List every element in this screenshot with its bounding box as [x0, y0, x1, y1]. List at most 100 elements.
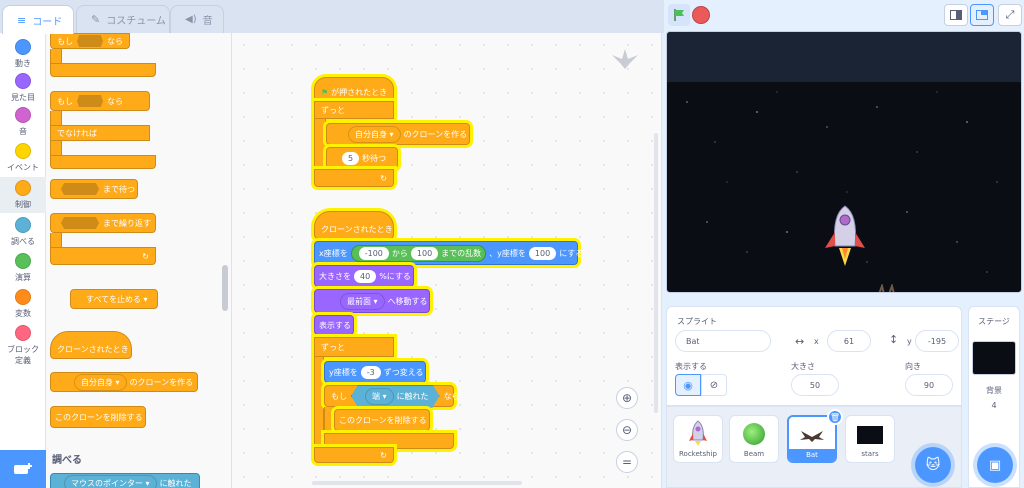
- sprite-thumb-beam[interactable]: Beam: [729, 415, 779, 463]
- pick-random-block[interactable]: -100 から 100 までの乱数: [350, 244, 487, 262]
- category-control[interactable]: 制御: [0, 177, 46, 213]
- add-sprite-button[interactable]: 🐱: [915, 447, 951, 483]
- when-cloned-block[interactable]: クローンされたとき: [314, 211, 394, 239]
- zoom-reset-icon: =: [621, 455, 633, 469]
- wait-seconds-input[interactable]: 5: [342, 151, 360, 165]
- zoom-in-button[interactable]: ⊕: [616, 387, 638, 409]
- goto-xy-block[interactable]: x座標を -100 から 100 までの乱数 、y座標を 100 にする: [314, 241, 583, 265]
- sprite-thumb-rocketship[interactable]: Rocketship: [673, 415, 723, 463]
- palette-touching[interactable]: マウスのポインター ▾ に触れた: [50, 473, 200, 488]
- stage-canvas[interactable]: [666, 31, 1022, 293]
- zoom-reset-button[interactable]: =: [616, 451, 638, 473]
- block-text: y座標を: [329, 367, 358, 377]
- block-text: ずつ変える: [383, 367, 424, 377]
- category-label: 演算: [15, 273, 31, 282]
- show-block[interactable]: 表示する: [314, 315, 354, 335]
- category-sensing[interactable]: 調べる: [0, 217, 46, 247]
- condition-slot: [77, 35, 103, 47]
- speaker-icon: ◀): [185, 14, 197, 25]
- palette-if-then-1[interactable]: もし なら: [50, 33, 130, 49]
- layer-dropdown[interactable]: 最前面 ▾: [340, 292, 385, 310]
- change-y-block[interactable]: y座標を -3 ずつ変える: [324, 361, 426, 383]
- create-clone-block[interactable]: 自分自身 ▾ のクローンを作る: [326, 123, 470, 145]
- palette-wait-until[interactable]: まで待つ: [50, 179, 138, 199]
- hide-visible-button[interactable]: ⊘: [701, 374, 727, 396]
- palette-repeat-until[interactable]: まで繰り返す: [50, 213, 156, 233]
- c-arm: [50, 111, 62, 125]
- palette-create-clone[interactable]: 自分自身 ▾ のクローンを作る: [50, 372, 198, 392]
- category-motion[interactable]: 動き: [0, 39, 46, 69]
- large-stage-button[interactable]: [970, 4, 994, 26]
- random-to-input[interactable]: 100: [410, 246, 439, 260]
- palette-delete-clone[interactable]: このクローンを削除する: [50, 406, 146, 428]
- touch-target-dropdown[interactable]: マウスのポインター ▾: [64, 474, 157, 488]
- block-text: なら: [443, 391, 460, 401]
- clone-target-dropdown[interactable]: 自分自身 ▾: [74, 373, 127, 391]
- change-y-input[interactable]: -3: [360, 365, 381, 379]
- workspace-vertical-scrollbar[interactable]: [654, 133, 658, 413]
- stage-backdrop-thumb: [972, 341, 1016, 375]
- random-from-input[interactable]: -100: [358, 246, 389, 260]
- category-events[interactable]: イベント: [0, 143, 46, 173]
- c-bottom: [50, 63, 156, 77]
- image-add-icon: ▣: [988, 457, 1002, 473]
- x-input[interactable]: 61: [827, 330, 871, 352]
- palette-when-clone[interactable]: クローンされたとき: [50, 331, 132, 359]
- palette-stop-all[interactable]: すべてを止める ▾: [70, 289, 158, 309]
- add-extension-button[interactable]: [0, 450, 46, 488]
- touching-edge-block[interactable]: 端 ▾ に触れた: [351, 384, 440, 408]
- block-text: もし: [331, 391, 347, 401]
- category-sound[interactable]: 音: [0, 107, 46, 137]
- tab-costume[interactable]: ✎ コスチューム: [76, 5, 170, 33]
- x-label: x: [814, 337, 819, 346]
- category-operators[interactable]: 演算: [0, 253, 46, 283]
- wait-block[interactable]: 5 秒待つ: [326, 147, 398, 169]
- size-input[interactable]: 50: [791, 374, 839, 396]
- palette-scrollbar[interactable]: [222, 265, 228, 311]
- forever-block-2[interactable]: ずっと: [314, 337, 394, 357]
- fullscreen-button[interactable]: ⤢: [998, 4, 1022, 26]
- sprite-name-input[interactable]: Bat: [675, 330, 771, 352]
- stop-button[interactable]: [692, 6, 710, 24]
- category-label: 変数: [15, 309, 31, 318]
- editor-tabs: ≡ コード ✎ コスチューム ◀) 音: [0, 0, 664, 34]
- stage-selector-panel[interactable]: ステージ 背景 4 ▣: [968, 306, 1020, 488]
- touch-target-dropdown[interactable]: 端 ▾: [365, 387, 394, 405]
- size-input[interactable]: 40: [354, 269, 377, 283]
- block-text: もし: [57, 96, 73, 106]
- palette-section-sensing: 調べる: [52, 455, 82, 466]
- small-stage-button[interactable]: [944, 4, 968, 26]
- palette-if-else[interactable]: もし なら: [50, 91, 150, 111]
- category-label: ブロック定義: [7, 345, 39, 365]
- category-menu: 動き 見た目 音 イベント 制御 調べる 演算 変数 ブロック定義: [0, 33, 46, 488]
- if-then-block[interactable]: もし 端 ▾ に触れた なら: [324, 384, 460, 408]
- go-to-layer-block[interactable]: 最前面 ▾ へ移動する: [314, 289, 430, 313]
- show-visible-button[interactable]: ◉: [675, 374, 701, 396]
- clone-target-dropdown[interactable]: 自分自身 ▾: [348, 125, 401, 143]
- when-flag-clicked-block[interactable]: ⚑ が押されたとき: [314, 77, 394, 101]
- script-workspace[interactable]: ⚑ が押されたとき ずっと 自分自身 ▾ のクローンを作る 5 秒待つ ↻ クローンさ…: [232, 33, 662, 488]
- category-my-blocks[interactable]: ブロック定義: [0, 325, 46, 366]
- delete-sprite-button[interactable]: 🗑: [827, 409, 843, 425]
- add-backdrop-button[interactable]: ▣: [977, 447, 1013, 483]
- category-label: 音: [19, 127, 27, 136]
- if-arm: [324, 407, 334, 433]
- workspace-horizontal-scrollbar[interactable]: [312, 481, 522, 485]
- category-looks[interactable]: 見た目: [0, 73, 46, 103]
- tab-code[interactable]: ≡ コード: [2, 5, 74, 34]
- sprite-thumb-stars[interactable]: stars: [845, 415, 895, 463]
- y-input[interactable]: -195: [915, 330, 959, 352]
- direction-input[interactable]: 90: [905, 374, 953, 396]
- y-input[interactable]: 100: [528, 246, 557, 260]
- category-variables[interactable]: 変数: [0, 289, 46, 319]
- block-text: のクローンを作る: [129, 377, 194, 387]
- set-size-block[interactable]: 大きさを 40 %にする: [314, 265, 414, 287]
- green-flag-button[interactable]: [668, 4, 690, 26]
- block-text: にする: [559, 248, 584, 258]
- delete-clone-block[interactable]: このクローンを削除する: [334, 409, 430, 431]
- tab-sound[interactable]: ◀) 音: [170, 5, 224, 33]
- stop-dropdown[interactable]: すべてを止める ▾: [80, 291, 154, 307]
- forever-block[interactable]: ずっと: [314, 101, 394, 119]
- block-text: ずっと: [321, 105, 345, 115]
- zoom-out-button[interactable]: ⊖: [616, 419, 638, 441]
